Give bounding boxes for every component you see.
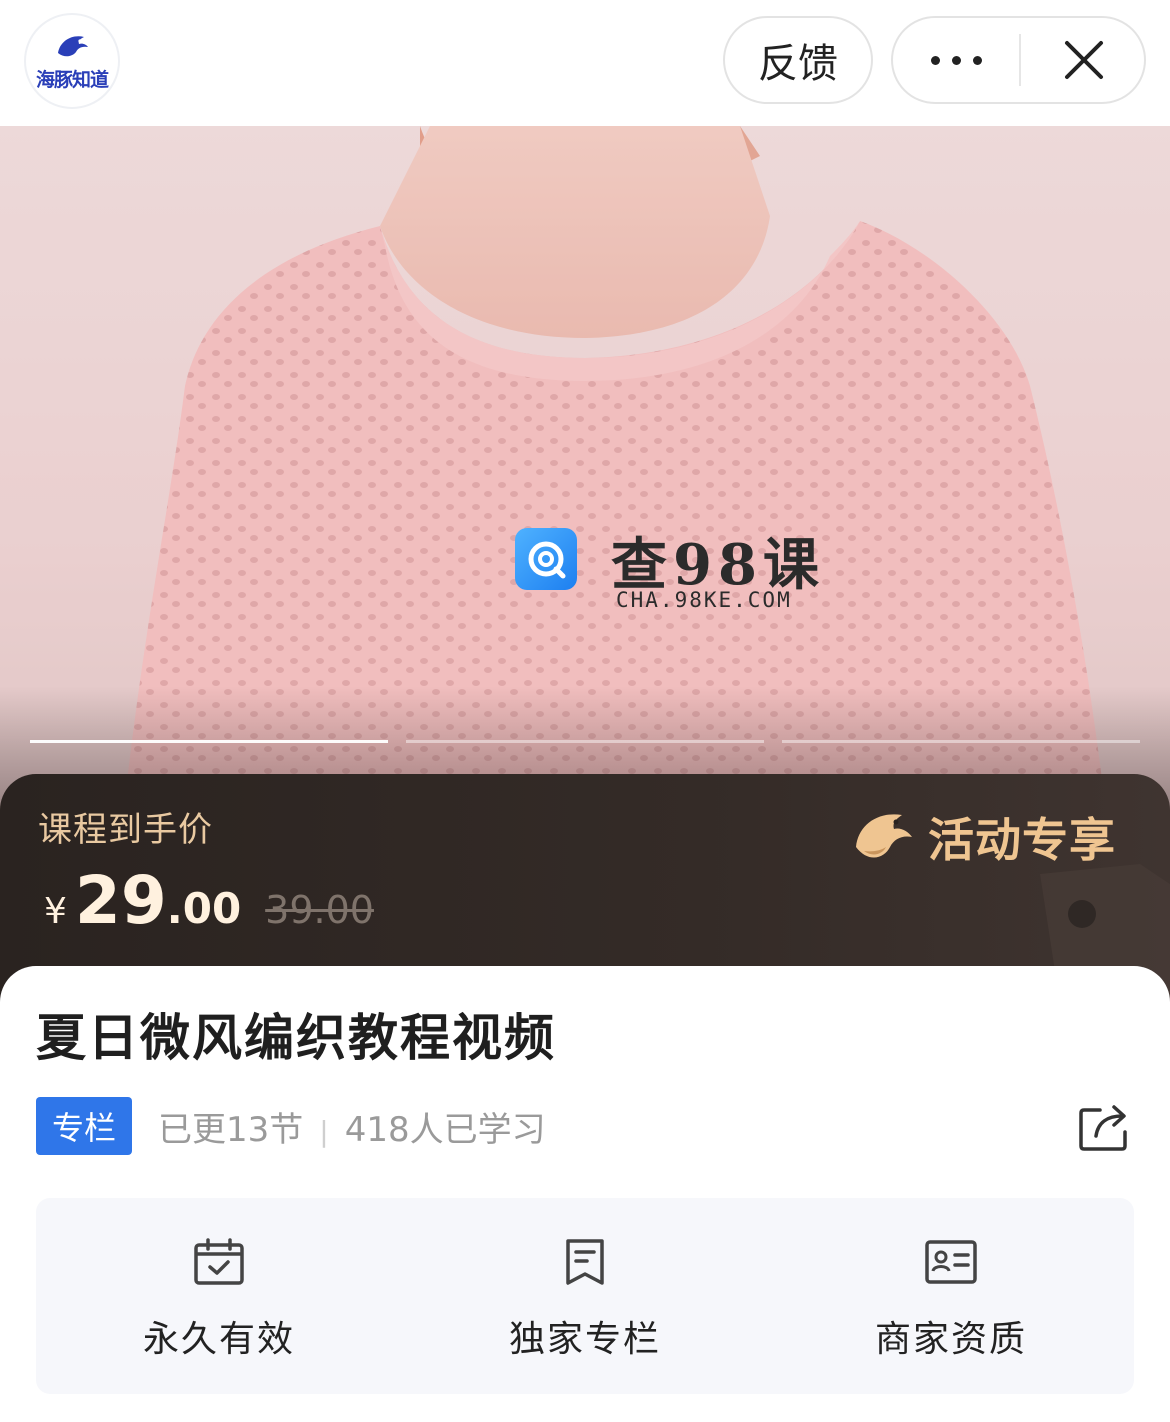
bookmark-doc-icon [566, 1239, 604, 1285]
feature-label: 商家资质 [874, 1319, 1027, 1360]
share-icon[interactable] [1078, 1102, 1132, 1152]
lesson-count: 已更13节 [158, 1110, 304, 1150]
top-bar: 海豚知道 反馈 [0, 0, 1170, 126]
course-info-card: 夏日微风编织教程视频 专栏 已更13节 | 418人已学习 永久有效 独家专栏 … [0, 966, 1170, 1422]
feedback-button[interactable]: 反馈 [723, 16, 873, 104]
carousel-indicator-1[interactable] [30, 740, 388, 743]
more-dots-icon[interactable] [893, 18, 1019, 102]
watermark-logo-icon [515, 528, 577, 590]
id-card-icon [925, 1240, 977, 1284]
feature-label: 永久有效 [142, 1319, 295, 1360]
promo-label: 活动专享 [928, 813, 1116, 867]
meta-divider: | [319, 1115, 329, 1148]
course-cover-carousel[interactable]: 查98课 CHA.98KE.COM [0, 126, 1170, 846]
course-title: 夏日微风编织教程视频 [36, 1009, 556, 1067]
promo-badge: 活动专享 [852, 804, 1116, 870]
dolphin-promo-icon [856, 814, 912, 858]
feature-panel: 永久有效 独家专栏 商家资质 [36, 1198, 1134, 1394]
price-row: ¥29.00 39.00 [44, 862, 374, 939]
column-tag: 专栏 [36, 1097, 132, 1155]
feature-exclusive[interactable]: 独家专栏 [402, 1198, 768, 1394]
course-meta: 已更13节 | 418人已学习 [158, 1102, 546, 1151]
original-price: 39.00 [265, 888, 374, 932]
close-icon[interactable] [1021, 18, 1146, 102]
calendar-check-icon [194, 1238, 244, 1285]
watermark-url: CHA.98KE.COM [616, 588, 792, 612]
carousel-indicator-3[interactable] [782, 740, 1140, 743]
mini-program-capsule [891, 16, 1146, 104]
dolphin-icon [58, 35, 88, 56]
feature-label: 独家专栏 [508, 1319, 661, 1360]
watermark: 查98课 CHA.98KE.COM [515, 526, 835, 621]
price-label: 课程到手价 [38, 810, 213, 850]
learner-count: 418人已学习 [344, 1110, 546, 1150]
currency-symbol: ¥ [44, 891, 67, 932]
carousel-indicator-2[interactable] [406, 740, 764, 743]
price-integer: 29 [74, 862, 167, 939]
logo-text: 海豚知道 [35, 68, 109, 91]
price-decimal: .00 [166, 884, 242, 933]
app-logo[interactable]: 海豚知道 [24, 13, 120, 109]
feature-permanent[interactable]: 永久有效 [36, 1198, 402, 1394]
feature-merchant[interactable]: 商家资质 [768, 1198, 1134, 1394]
